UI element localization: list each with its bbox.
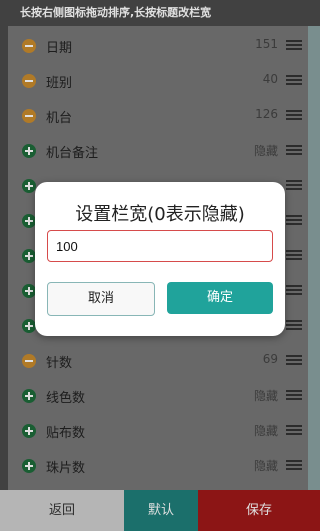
width-input[interactable] [47,230,273,262]
column-settings-screen: 长按右侧图标拖动排序,长按标题改栏宽 日期 151 班别 40 机台 126 机台备注… [0,0,320,531]
confirm-button[interactable]: 确定 [167,282,273,314]
column-width-dialog: 设置栏宽(0表示隐藏) 取消 确定 [35,182,285,336]
dialog-title: 设置栏宽(0表示隐藏) [75,204,245,225]
cancel-button[interactable]: 取消 [47,282,155,316]
